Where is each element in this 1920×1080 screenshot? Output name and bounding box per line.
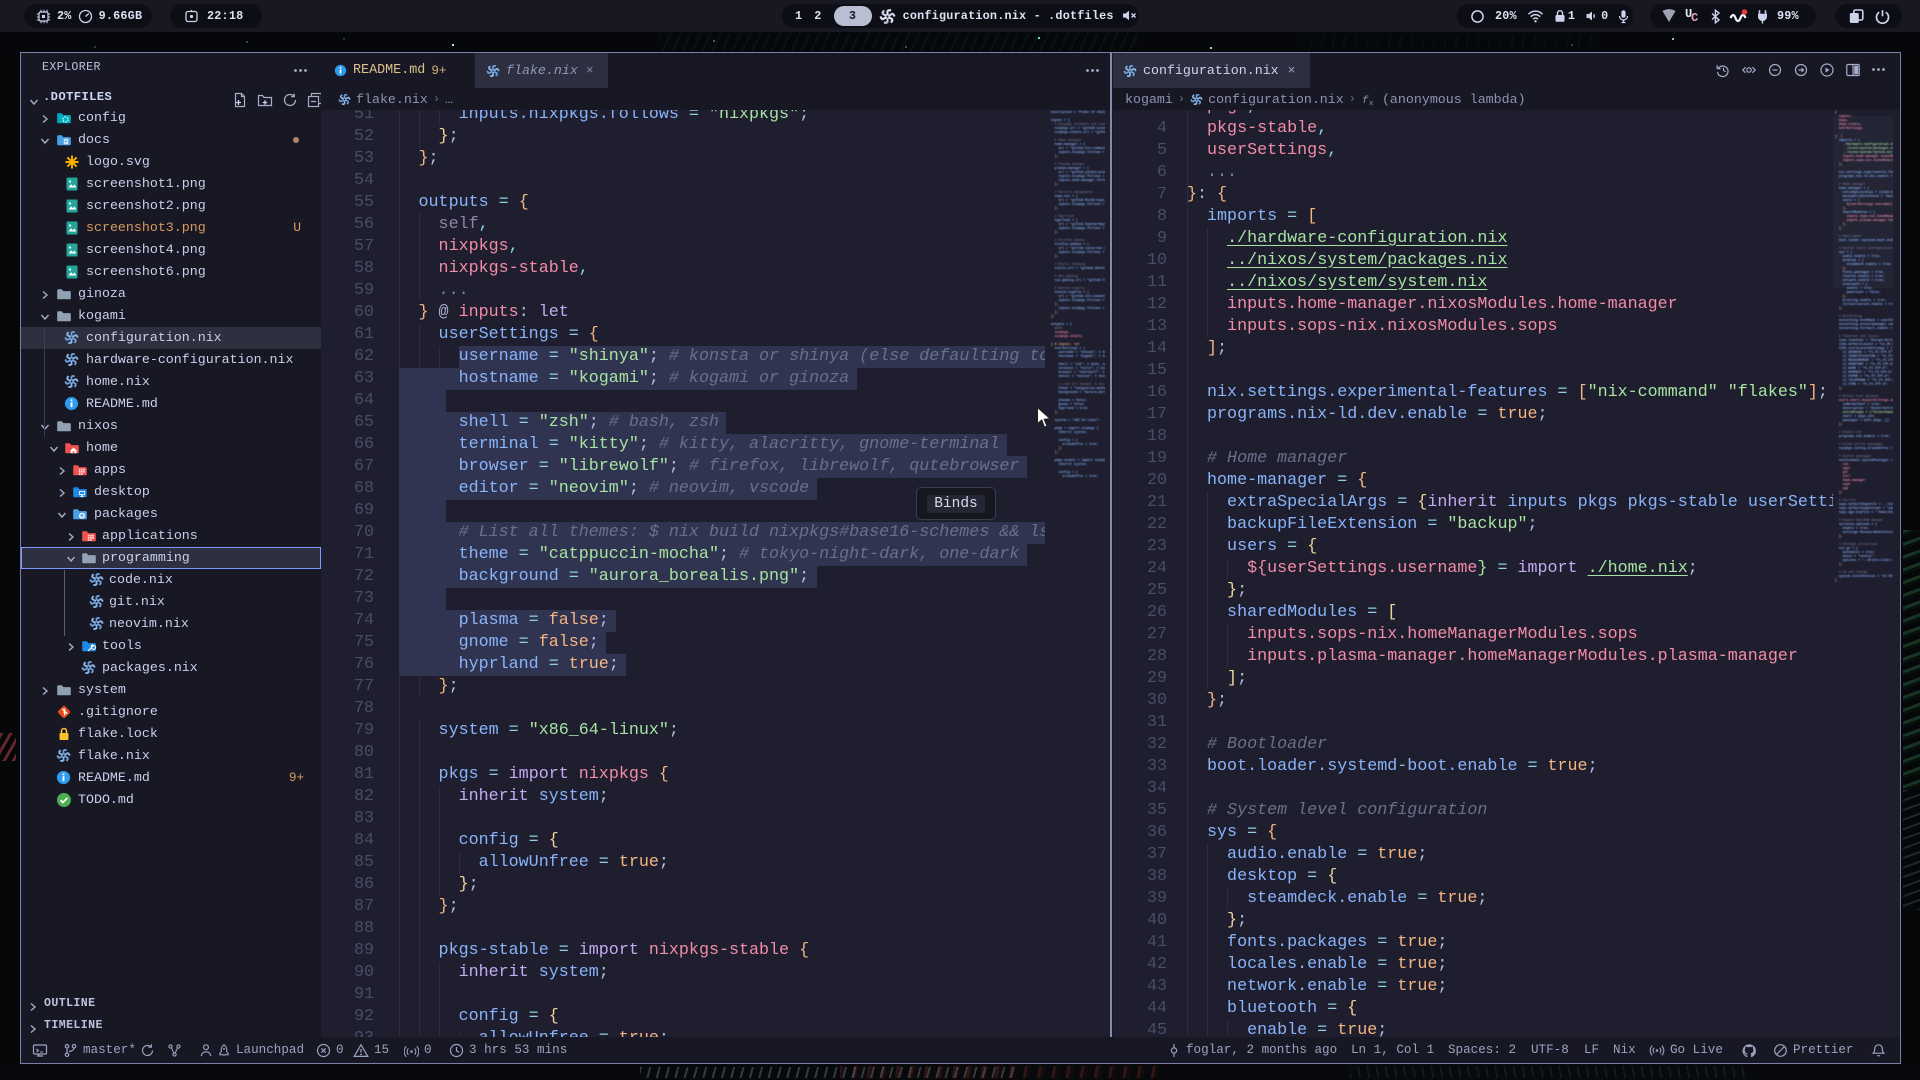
svg-text:x: x <box>1369 100 1374 106</box>
svg-text:f: f <box>1362 95 1369 106</box>
